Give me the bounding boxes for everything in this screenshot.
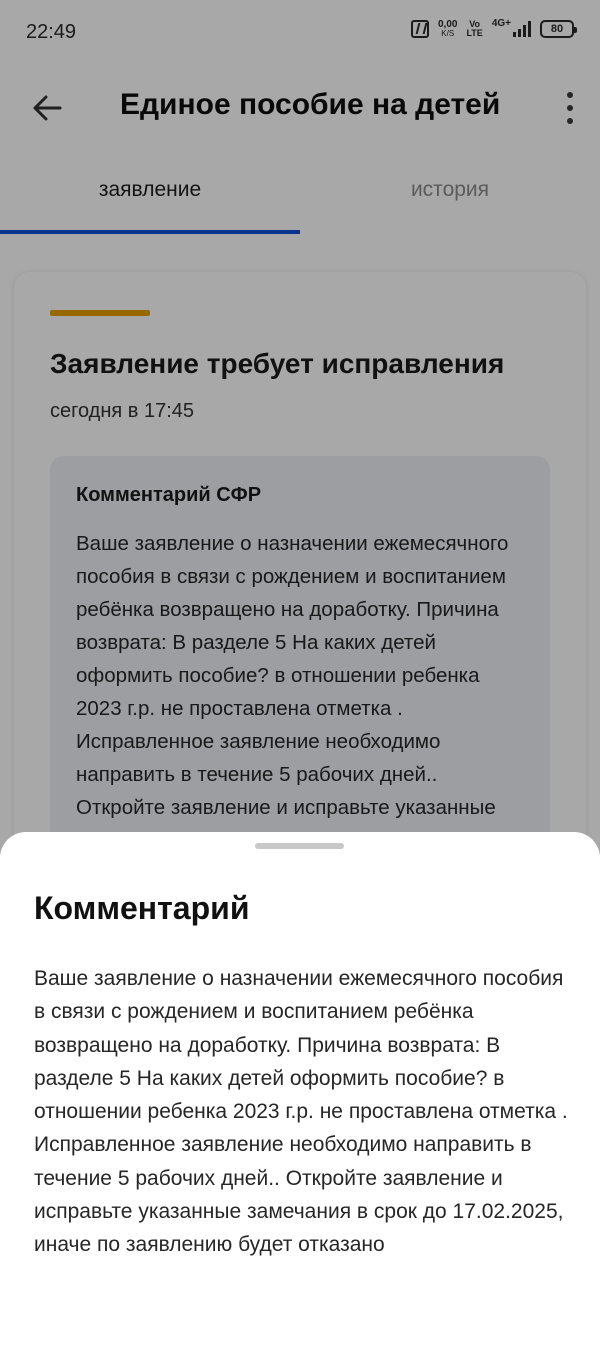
sheet-title: Комментарий (34, 890, 250, 926)
sheet-drag-handle[interactable] (255, 843, 344, 849)
app-screen: 22:49 0,00 K/S Vo LTE 4G+ 80 Единое посо… (0, 0, 600, 1352)
comment-bottom-sheet: Комментарий Ваше заявление о назначении … (0, 832, 600, 1352)
sheet-comment-text: Ваше заявление о назначении ежемесячного… (34, 967, 568, 1257)
